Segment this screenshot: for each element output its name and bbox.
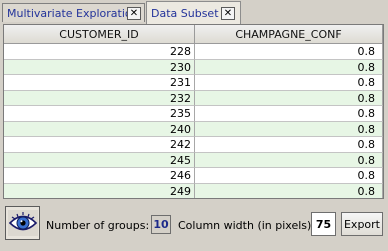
table-row[interactable]: 245 0.8	[4, 152, 383, 168]
cell-champagne-conf: 0.8	[195, 168, 383, 184]
tab-label: Multivariate Exploration	[7, 6, 139, 20]
tab-multivariate-exploration[interactable]: Multivariate Exploration ✕	[2, 3, 145, 22]
cell-customer-id: 246	[4, 168, 195, 184]
close-icon[interactable]: ✕	[127, 7, 141, 20]
column-width-label: Column width (in pixels)	[178, 219, 312, 232]
export-button[interactable]: Export	[341, 212, 383, 236]
cell-customer-id: 242	[4, 137, 195, 153]
table-row[interactable]: 240 0.8	[4, 121, 383, 137]
table-body: 228 0.8 230 0.8 231 0.8 232 0.8 235 0.8 240 0.8 242 0…	[4, 44, 383, 198]
table-row[interactable]: 232 0.8	[4, 90, 383, 106]
table-row[interactable]: 228 0.8	[4, 44, 383, 60]
table-header: CUSTOMER_ID CHAMPAGNE_CONF	[4, 25, 383, 44]
tab-label: Data Subset	[151, 6, 219, 20]
cell-customer-id: 240	[4, 121, 195, 137]
cell-champagne-conf: 0.8	[195, 137, 383, 153]
tab-data-subset[interactable]: Data Subset ✕	[146, 1, 241, 24]
cell-customer-id: 235	[4, 106, 195, 122]
table-row[interactable]: 231 0.8	[4, 75, 383, 91]
cell-customer-id: 245	[4, 152, 195, 168]
tab-bar: Multivariate Exploration ✕ Data Subset ✕	[0, 0, 388, 24]
column-width-input[interactable]: 75	[311, 212, 336, 236]
table-row[interactable]: 246 0.8	[4, 168, 383, 184]
eye-icon	[7, 210, 38, 236]
column-header-champagne-conf[interactable]: CHAMPAGNE_CONF	[195, 25, 383, 44]
cell-champagne-conf: 0.8	[195, 59, 383, 75]
cell-customer-id: 230	[4, 59, 195, 75]
cell-champagne-conf: 0.8	[195, 75, 383, 91]
eye-button[interactable]	[5, 206, 40, 240]
table-row[interactable]: 249 0.8	[4, 183, 383, 198]
cell-champagne-conf: 0.8	[195, 106, 383, 122]
groups-value: 10	[151, 215, 171, 234]
cell-champagne-conf: 0.8	[195, 183, 383, 198]
cell-champagne-conf: 0.8	[195, 152, 383, 168]
cell-champagne-conf: 0.8	[195, 121, 383, 137]
cell-champagne-conf: 0.8	[195, 90, 383, 106]
data-subset-window: Multivariate Exploration ✕ Data Subset ✕…	[0, 0, 388, 251]
bottom-toolbar: Number of groups: 10 Column width (in pi…	[0, 203, 388, 249]
data-table: CUSTOMER_ID CHAMPAGNE_CONF 228 0.8 230 0.8 2…	[3, 24, 384, 199]
cell-customer-id: 232	[4, 90, 195, 106]
cell-customer-id: 249	[4, 183, 195, 198]
cell-customer-id: 228	[4, 44, 195, 60]
cell-customer-id: 231	[4, 75, 195, 91]
table-row[interactable]: 235 0.8	[4, 106, 383, 122]
table-row[interactable]: 230 0.8	[4, 59, 383, 75]
cell-champagne-conf: 0.8	[195, 44, 383, 60]
close-icon[interactable]: ✕	[221, 7, 235, 20]
column-header-customer-id[interactable]: CUSTOMER_ID	[4, 25, 195, 44]
table-row[interactable]: 242 0.8	[4, 137, 383, 153]
groups-label: Number of groups:	[46, 219, 150, 232]
